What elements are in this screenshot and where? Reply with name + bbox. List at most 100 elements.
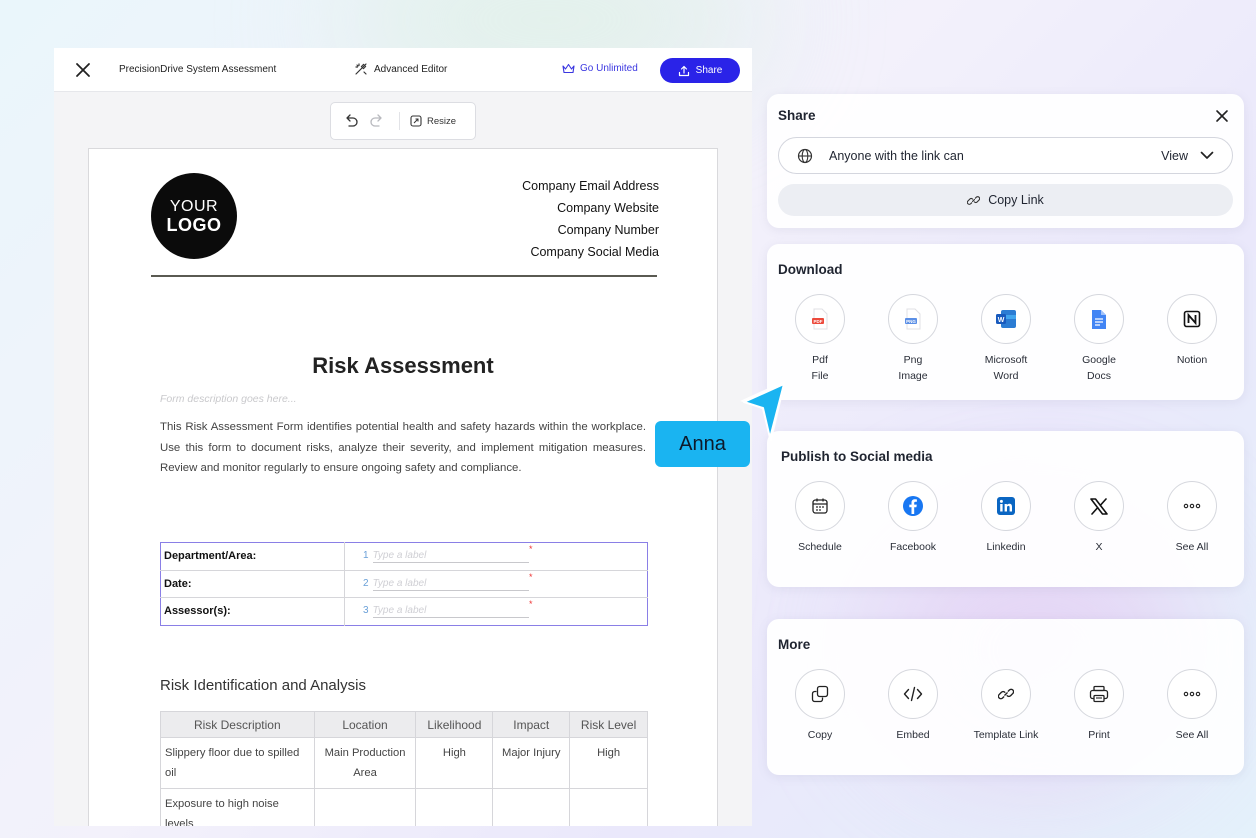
cursor-pointer-icon xyxy=(740,380,786,444)
pdf-icon[interactable]: PDF xyxy=(795,294,845,344)
table-row: Slippery floor due to spilled oil Main P… xyxy=(160,737,648,789)
form-description[interactable]: Form description goes here... xyxy=(160,393,297,405)
option-label: Microsoft Word xyxy=(984,354,1028,382)
option-label: See All xyxy=(1175,729,1209,741)
table-cell: High xyxy=(415,737,494,789)
copy-link-button[interactable]: Copy Link xyxy=(778,184,1233,216)
table-cell xyxy=(313,788,417,826)
resize-button[interactable]: Resize xyxy=(410,115,456,127)
link-permission: View xyxy=(1161,148,1188,163)
table-row: Exposure to high noise levels xyxy=(160,788,648,826)
table-cell: Exposure to high noise levels xyxy=(160,788,315,826)
option-label: Linkedin xyxy=(986,541,1026,553)
option-label: Png Image xyxy=(898,354,928,382)
risk-table: Risk Description Location Likelihood Imp… xyxy=(160,711,648,826)
option-label: Template Link xyxy=(973,729,1039,741)
table-cell xyxy=(492,788,571,826)
advanced-editor-label: Advanced Editor xyxy=(374,63,448,75)
social-options: Schedule Facebook Linkedin X See All xyxy=(781,481,1231,555)
social-schedule[interactable]: Schedule xyxy=(781,481,859,555)
document-page: YOUR LOGO Company Email Address Company … xyxy=(88,148,718,826)
option-label: Copy xyxy=(807,729,833,741)
field-placeholder[interactable]: Type a label xyxy=(372,578,529,591)
field-input[interactable]: 2 Type a label * xyxy=(344,570,648,598)
facebook-icon[interactable] xyxy=(888,481,938,531)
go-unlimited-button[interactable]: Go Unlimited xyxy=(562,63,638,74)
undo-icon[interactable] xyxy=(343,114,359,128)
more-template-link[interactable]: Template Link xyxy=(967,669,1045,743)
notion-icon[interactable] xyxy=(1167,294,1217,344)
company-website: Company Website xyxy=(557,201,659,215)
required-marker: * xyxy=(529,571,533,582)
chevron-down-icon xyxy=(1200,151,1214,159)
advanced-editor-button[interactable]: Advanced Editor xyxy=(354,62,447,76)
download-word[interactable]: W Microsoft Word xyxy=(967,294,1045,384)
resize-icon xyxy=(410,115,422,127)
redo-icon[interactable] xyxy=(369,114,385,128)
link-icon[interactable] xyxy=(981,669,1031,719)
link-access-dropdown[interactable]: Anyone with the link can View xyxy=(778,137,1233,174)
more-dots-icon[interactable] xyxy=(1167,481,1217,531)
magic-wand-icon xyxy=(355,63,367,75)
logo-line-2: LOGO xyxy=(166,215,222,235)
x-icon[interactable] xyxy=(1074,481,1124,531)
table-cell xyxy=(569,788,648,826)
field-input[interactable]: 3 Type a label * xyxy=(345,598,648,626)
field-label: Assessor(s): xyxy=(160,597,345,625)
download-google-docs[interactable]: Google Docs xyxy=(1060,294,1138,384)
column-header: Impact xyxy=(492,711,571,738)
calendar-icon[interactable] xyxy=(795,481,845,531)
table-row: Date: 2 Type a label * xyxy=(160,570,648,598)
code-icon[interactable] xyxy=(888,669,938,719)
link-access-text: Anyone with the link can xyxy=(829,148,964,163)
copy-icon[interactable] xyxy=(795,669,845,719)
word-icon[interactable]: W xyxy=(981,294,1031,344)
canvas-toolbar: Resize xyxy=(330,102,476,140)
column-header: Likelihood xyxy=(415,711,494,738)
field-label: Date: xyxy=(160,570,345,598)
table-cell: Slippery floor due to spilled oil xyxy=(160,737,315,789)
header-divider xyxy=(151,275,657,277)
share-button[interactable]: Share xyxy=(660,58,740,83)
social-linkedin[interactable]: Linkedin xyxy=(967,481,1045,555)
field-number: 3 xyxy=(363,605,369,617)
more-print[interactable]: Print xyxy=(1060,669,1138,743)
linkedin-icon[interactable] xyxy=(981,481,1031,531)
png-icon[interactable]: PNG xyxy=(888,294,938,344)
svg-text:PNG: PNG xyxy=(906,319,916,324)
form-title[interactable]: Risk Assessment xyxy=(89,353,717,379)
close-icon[interactable] xyxy=(74,61,92,79)
more-embed[interactable]: Embed xyxy=(874,669,952,743)
option-label: Notion xyxy=(1176,354,1208,366)
logo-line-1: YOUR xyxy=(169,198,219,215)
globe-icon xyxy=(797,148,813,163)
more-see-all[interactable]: See All xyxy=(1153,669,1231,743)
close-icon[interactable] xyxy=(1214,108,1230,124)
share-button-label: Share xyxy=(695,65,723,76)
field-placeholder[interactable]: Type a label xyxy=(372,550,529,564)
more-dots-icon[interactable] xyxy=(1167,669,1217,719)
table-row: Department/Area: 1 Type a label * xyxy=(160,542,648,571)
more-copy[interactable]: Copy xyxy=(781,669,859,743)
table-cell: Main Production Area xyxy=(313,737,417,789)
field-placeholder[interactable]: Type a label xyxy=(372,605,529,619)
field-input[interactable]: 1 Type a label * xyxy=(344,542,648,571)
upload-icon xyxy=(678,65,689,76)
google-docs-icon[interactable] xyxy=(1074,294,1124,344)
table-cell: High xyxy=(569,737,648,789)
download-pdf[interactable]: PDF Pdf File xyxy=(781,294,859,384)
social-x[interactable]: X xyxy=(1060,481,1138,555)
copy-link-label: Copy Link xyxy=(988,193,1044,207)
printer-icon[interactable] xyxy=(1074,669,1124,719)
table-row: Assessor(s): 3 Type a label * xyxy=(160,597,648,626)
download-panel: Download PDF Pdf File PNG Png Image W Mi… xyxy=(767,244,1244,400)
option-label: X xyxy=(1095,541,1103,553)
download-png[interactable]: PNG Png Image xyxy=(874,294,952,384)
svg-text:PDF: PDF xyxy=(814,319,823,324)
download-notion[interactable]: Notion xyxy=(1153,294,1231,384)
document-title: PrecisionDrive System Assessment xyxy=(119,64,277,75)
social-facebook[interactable]: Facebook xyxy=(874,481,952,555)
download-options: PDF Pdf File PNG Png Image W Microsoft W… xyxy=(781,294,1231,384)
social-see-all[interactable]: See All xyxy=(1153,481,1231,555)
info-fields-table: Department/Area: 1 Type a label * Date: 2T… xyxy=(160,542,648,626)
